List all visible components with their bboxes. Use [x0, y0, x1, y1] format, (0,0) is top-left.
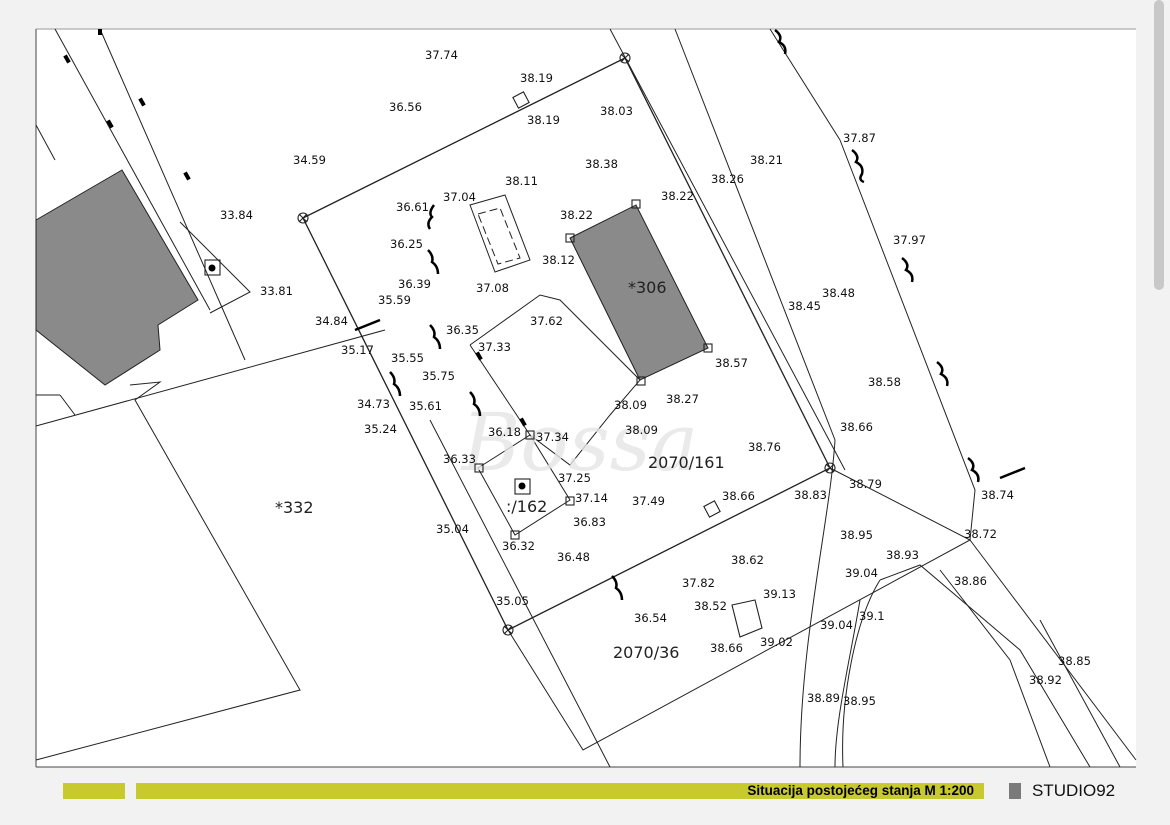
elevation-label: 35.17: [341, 343, 374, 357]
elevation-label: 33.81: [260, 284, 293, 298]
elevation-label: 35.75: [422, 369, 455, 383]
elevation-label: 34.59: [293, 153, 326, 167]
elevation-label: 38.76: [748, 440, 781, 454]
studio-logo-mark: [1009, 783, 1021, 799]
elevation-label: 35.59: [378, 293, 411, 307]
elevation-label: 36.33: [443, 452, 476, 466]
elevation-label: 38.45: [788, 299, 821, 313]
elevation-label: 39.1: [859, 609, 885, 623]
elevation-label: 37.97: [893, 233, 926, 247]
footer-title-bar: Situacija postojećeg stanja M 1:200: [136, 783, 984, 799]
elevation-label: 39.02: [760, 635, 793, 649]
elevation-label: 38.09: [625, 423, 658, 437]
elevation-label: 38.11: [505, 174, 538, 188]
parcel-label: 2070/36: [613, 643, 679, 662]
drawing-caption: Situacija postojećeg stanja M 1:200: [747, 783, 974, 798]
elevation-label: 37.04: [443, 190, 476, 204]
elevation-label: 33.84: [220, 208, 253, 222]
elevation-label: 36.83: [573, 515, 606, 529]
elevation-label: 36.56: [389, 100, 422, 114]
drawing-sheet: Bossa 37.74 38.19 38.19 36.56 38.03 34.5…: [0, 0, 1170, 825]
elevation-label: 37.33: [478, 340, 511, 354]
elevation-label: 38.66: [722, 489, 755, 503]
elevation-label: 38.79: [849, 477, 882, 491]
elevation-label: 38.12: [542, 253, 575, 267]
elevation-label: 36.25: [390, 237, 423, 251]
elevation-label: 35.04: [436, 522, 469, 536]
elevation-label: 36.35: [446, 323, 479, 337]
parcel-label: :/162: [506, 497, 547, 516]
elevation-label: 38.38: [585, 157, 618, 171]
elevation-label: 38.22: [560, 208, 593, 222]
elevation-label: 38.52: [694, 599, 727, 613]
elevation-label: 38.66: [840, 420, 873, 434]
parcel-label: *332: [275, 498, 314, 517]
elevation-label: 38.74: [981, 488, 1014, 502]
elevation-label: 38.27: [666, 392, 699, 406]
elevation-label: 35.24: [364, 422, 397, 436]
elevation-label: 36.48: [557, 550, 590, 564]
elevation-label: 37.25: [558, 471, 591, 485]
elevation-label: 35.61: [409, 399, 442, 413]
elevation-label: 38.03: [600, 104, 633, 118]
elevation-label: 38.66: [710, 641, 743, 655]
elevation-label: 38.72: [964, 527, 997, 541]
elevation-label: 38.92: [1029, 673, 1062, 687]
elevation-label: 38.95: [843, 694, 876, 708]
elevation-label: 38.21: [750, 153, 783, 167]
elevation-label: 37.74: [425, 48, 458, 62]
elevation-label: 38.85: [1058, 654, 1091, 668]
parcel-label: *306: [628, 278, 667, 297]
elevation-label: 35.55: [391, 351, 424, 365]
elevation-label: 38.95: [840, 528, 873, 542]
elevation-label: 38.86: [954, 574, 987, 588]
elevation-label: 37.82: [682, 576, 715, 590]
elevation-label: 34.73: [357, 397, 390, 411]
elevation-label: 36.39: [398, 277, 431, 291]
elevation-label: 34.84: [315, 314, 348, 328]
elevation-label: 38.83: [794, 488, 827, 502]
elevation-label: 37.49: [632, 494, 665, 508]
elevation-label: 36.61: [396, 200, 429, 214]
elevation-label: 37.62: [530, 314, 563, 328]
elevation-label: 38.48: [822, 286, 855, 300]
elevation-label: 37.14: [575, 491, 608, 505]
elevation-label: 37.08: [476, 281, 509, 295]
elevation-label: 38.26: [711, 172, 744, 186]
studio-name: STUDIO92: [1032, 781, 1116, 800]
elevation-label: 37.34: [536, 430, 569, 444]
elevation-label: 38.22: [661, 189, 694, 203]
elevation-label: 39.04: [820, 618, 853, 632]
elevation-label: 39.04: [845, 566, 878, 580]
elevation-label: 39.13: [763, 587, 796, 601]
elevation-label: 38.93: [886, 548, 919, 562]
elevation-label: 36.18: [488, 425, 521, 439]
elevation-label: 38.89: [807, 691, 840, 705]
scrollbar[interactable]: [1154, 0, 1164, 290]
elevation-label: 38.58: [868, 375, 901, 389]
elevation-label: 35.05: [496, 594, 529, 608]
elevation-label: 38.19: [520, 71, 553, 85]
elevation-label: 36.32: [502, 539, 535, 553]
elevation-label: 38.19: [527, 113, 560, 127]
elevation-label: 38.62: [731, 553, 764, 567]
elevation-label: 36.54: [634, 611, 667, 625]
elevation-label: 37.87: [843, 131, 876, 145]
site-plan: Bossa 37.7438.1938.1936.56 38.0334.59 38…: [0, 0, 1170, 825]
elevation-label: 38.57: [715, 356, 748, 370]
elevation-label: 38.09: [614, 398, 647, 412]
parcel-label: 2070/161: [648, 453, 725, 472]
footer-accent-bar: [63, 783, 125, 799]
